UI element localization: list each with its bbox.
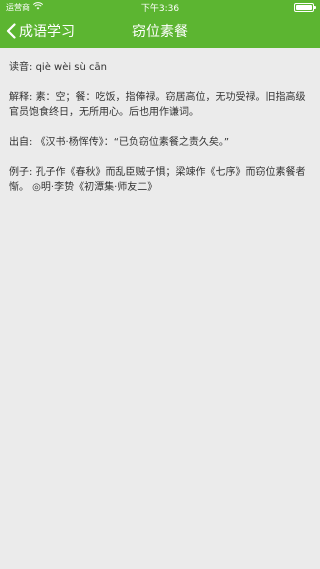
status-time: 下午3:36 xyxy=(140,3,180,14)
chevron-left-icon xyxy=(6,23,16,39)
source-text: 《汉书·杨恽传》：“已负窃位素餐之责久矣。” xyxy=(35,137,230,148)
wifi-icon xyxy=(32,2,44,12)
back-label: 成语学习 xyxy=(19,24,75,40)
explanation-label: 解释: xyxy=(9,92,33,103)
example-section: 例子: 孔子作《春秋》而乱臣贼子惧；梁竦作《七序》而窃位素餐者惭。 ◎明·李贽《… xyxy=(9,165,311,195)
back-button[interactable]: 成语学习 xyxy=(0,14,75,48)
explanation-section: 解释: 素：空；餐：吃饭，指俸禄。窃居高位，无功受禄。旧指高级官员饱食终日，无所… xyxy=(9,90,311,120)
carrier-label: 运营商 xyxy=(6,2,30,12)
app-header: 运营商 下午3:36 成语学习 窃位素餐 xyxy=(0,0,320,48)
example-label: 例子: xyxy=(9,167,33,178)
nav-bar: 成语学习 窃位素餐 xyxy=(0,14,320,48)
pinyin-text: qiè wèi sù cān xyxy=(35,62,107,73)
battery-icon xyxy=(294,2,316,12)
status-left: 运营商 xyxy=(6,2,44,13)
status-bar: 运营商 下午3:36 xyxy=(0,0,320,14)
pinyin-section: 读音: qiè wèi sù cān xyxy=(9,60,311,75)
source-section: 出自: 《汉书·杨恽传》：“已负窃位素餐之责久矣。” xyxy=(9,135,311,150)
source-label: 出自: xyxy=(9,137,33,148)
idiom-detail: 读音: qiè wèi sù cān 解释: 素：空；餐：吃饭，指俸禄。窃居高位… xyxy=(0,48,320,195)
battery-level xyxy=(296,4,312,10)
example-text: 孔子作《春秋》而乱臣贼子惧；梁竦作《七序》而窃位素餐者惭。 ◎明·李贽《初潭集·… xyxy=(9,167,306,193)
explanation-text: 素：空；餐：吃饭，指俸禄。窃居高位，无功受禄。旧指高级官员饱食终日，无所用心。后… xyxy=(9,92,306,118)
pinyin-label: 读音: xyxy=(9,62,33,73)
